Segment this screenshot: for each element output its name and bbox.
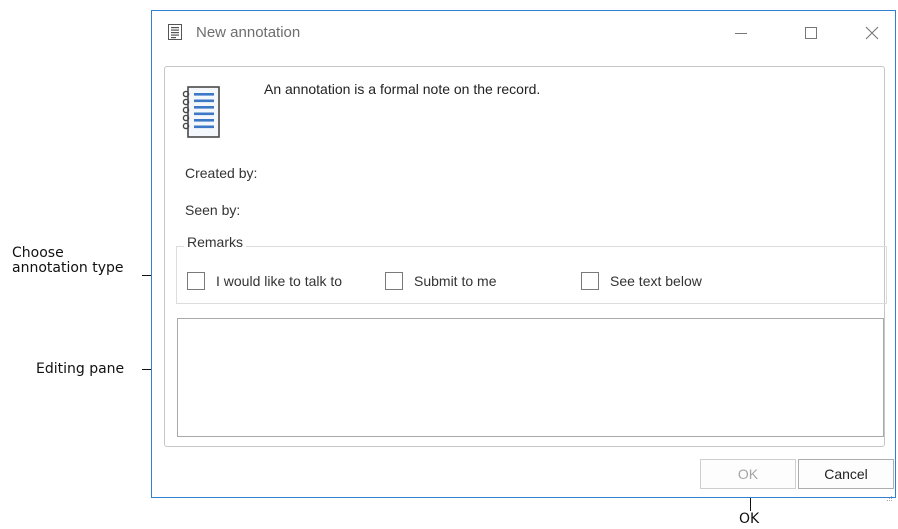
- created-by-label: Created by:: [185, 165, 258, 181]
- talk-checkbox-label[interactable]: I would like to talk to: [216, 273, 342, 289]
- title-bar[interactable]: New annotation: [152, 11, 895, 55]
- talk-checkbox[interactable]: [187, 272, 205, 290]
- dialog-window: New annotation An annotation is a formal…: [151, 10, 896, 501]
- callout-ok: OK: [739, 511, 760, 527]
- submit-checkbox[interactable]: [385, 272, 403, 290]
- remarks-label: Remarks: [184, 234, 247, 250]
- maximize-button[interactable]: [793, 19, 829, 47]
- seen-by-label: Seen by:: [185, 202, 241, 218]
- see-text-checkbox[interactable]: [581, 272, 599, 290]
- notepad-icon: [167, 24, 183, 40]
- cancel-button[interactable]: Cancel: [798, 459, 894, 489]
- resize-grip-icon[interactable]: [885, 487, 893, 501]
- callout-annotation-type-line1: Choose: [12, 245, 64, 261]
- callout-annotation-type: Choose annotation type: [12, 246, 124, 276]
- notebook-icon: [182, 86, 220, 138]
- window-title: New annotation: [196, 24, 301, 41]
- ok-button[interactable]: OK: [700, 459, 796, 489]
- editing-pane[interactable]: [177, 318, 884, 437]
- minimize-icon: [735, 33, 747, 34]
- maximize-icon: [805, 27, 817, 39]
- close-button[interactable]: [854, 19, 890, 47]
- annotation-panel: An annotation is a formal note on the re…: [164, 66, 887, 447]
- close-icon: [865, 26, 879, 40]
- see-text-checkbox-label[interactable]: See text below: [610, 273, 702, 289]
- callout-annotation-type-line2: annotation type: [12, 260, 124, 276]
- callout-editing-pane: Editing pane: [36, 361, 125, 377]
- submit-checkbox-label[interactable]: Submit to me: [414, 273, 496, 289]
- intro-text: An annotation is a formal note on the re…: [264, 81, 541, 97]
- minimize-button[interactable]: [723, 19, 759, 47]
